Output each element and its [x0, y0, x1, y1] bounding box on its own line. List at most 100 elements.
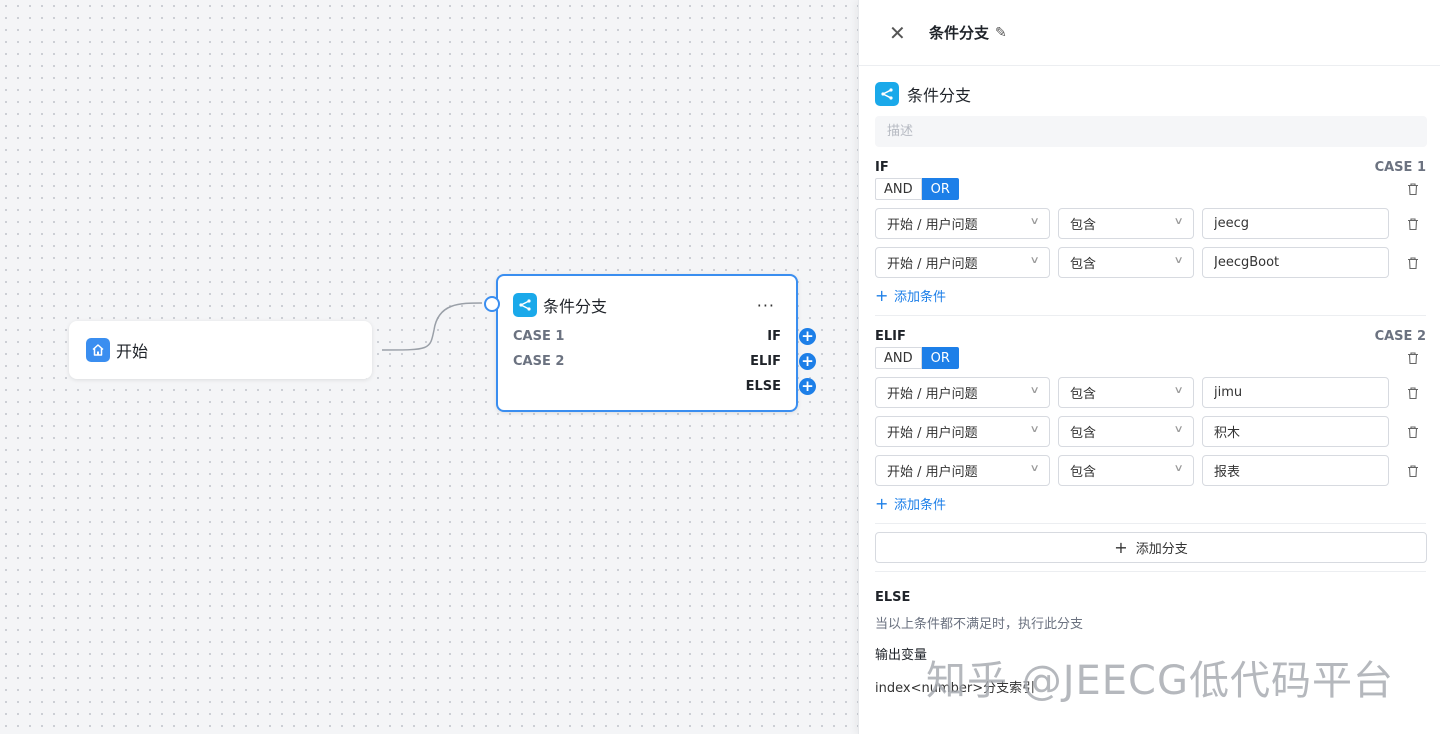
plus-icon: +: [1114, 538, 1128, 557]
add-condition-button[interactable]: + 添加条件: [875, 493, 1426, 513]
logic-or-button[interactable]: OR: [921, 178, 959, 200]
operator-select[interactable]: 包含 ∨: [1058, 247, 1194, 278]
variable-select[interactable]: 开始 / 用户问题 ∨: [875, 416, 1050, 447]
add-condition-label: 添加条件: [894, 497, 947, 513]
trash-icon[interactable]: [1406, 256, 1420, 270]
logic-toggle: AND OR: [875, 347, 959, 369]
output-variable-row: index<number>分支索引: [875, 681, 1036, 696]
node-case-label: CASE 1: [513, 329, 565, 344]
properties-panel: ✕ 条件分支 ✎ 条件分支 IF CASE 1 AND OR 开始 / 用户问题…: [858, 0, 1440, 734]
chevron-down-icon: ∨: [1173, 385, 1184, 396]
trash-icon[interactable]: [1406, 464, 1420, 478]
branch-icon: [513, 293, 537, 317]
variable-select[interactable]: 开始 / 用户问题 ∨: [875, 455, 1050, 486]
branch-icon: [875, 82, 899, 106]
condition-row: 开始 / 用户问题 ∨ 包含 ∨: [875, 247, 1426, 278]
logic-or-button[interactable]: OR: [921, 347, 959, 369]
start-node[interactable]: 开始: [69, 321, 372, 379]
node-case-keyword: ELSE: [745, 379, 781, 394]
condition-row: 开始 / 用户问题 ∨ 包含 ∨: [875, 416, 1426, 447]
description-input[interactable]: [875, 116, 1427, 147]
condition-node-title: 条件分支: [543, 297, 608, 316]
node-case-row: CASE 2 ELIF: [513, 349, 781, 374]
add-output-handle-if[interactable]: +: [799, 328, 816, 345]
add-output-handle-elif[interactable]: +: [799, 353, 816, 370]
add-branch-label: 添加分支: [1135, 542, 1188, 557]
operator-select-value: 包含: [1070, 387, 1097, 402]
trash-icon[interactable]: [1406, 182, 1420, 196]
chevron-down-icon: ∨: [1029, 216, 1040, 227]
variable-select[interactable]: 开始 / 用户问题 ∨: [875, 377, 1050, 408]
section-title-text: 条件分支: [907, 86, 972, 105]
value-input[interactable]: [1202, 208, 1389, 239]
operator-select[interactable]: 包含 ∨: [1058, 208, 1194, 239]
section-title: 条件分支: [875, 82, 1426, 106]
panel-title[interactable]: 条件分支: [929, 22, 989, 43]
logic-and-button[interactable]: AND: [875, 178, 922, 200]
chevron-down-icon: ∨: [1029, 424, 1040, 435]
value-input[interactable]: [1202, 455, 1389, 486]
add-condition-button[interactable]: + 添加条件: [875, 285, 1426, 305]
node-case-row: ELSE: [513, 374, 781, 399]
trash-icon[interactable]: [1406, 386, 1420, 400]
add-output-handle-else[interactable]: +: [799, 378, 816, 395]
chevron-down-icon: ∨: [1173, 463, 1184, 474]
operator-select[interactable]: 包含 ∨: [1058, 377, 1194, 408]
close-icon[interactable]: ✕: [889, 21, 906, 45]
operator-select-value: 包含: [1070, 257, 1097, 272]
operator-select-value: 包含: [1070, 426, 1097, 441]
add-condition-label: 添加条件: [894, 289, 947, 305]
branch-header-elif: ELIF CASE 2: [875, 327, 1426, 345]
output-title: 输出变量: [875, 648, 928, 663]
add-branch-button[interactable]: + 添加分支: [875, 532, 1427, 563]
value-input[interactable]: [1202, 247, 1389, 278]
chevron-down-icon: ∨: [1029, 385, 1040, 396]
panel-header: ✕ 条件分支 ✎: [859, 0, 1440, 66]
operator-select[interactable]: 包含 ∨: [1058, 416, 1194, 447]
divider: [875, 315, 1426, 316]
more-icon[interactable]: ···: [757, 296, 775, 315]
chevron-down-icon: ∨: [1029, 255, 1040, 266]
chevron-down-icon: ∨: [1173, 424, 1184, 435]
divider: [875, 571, 1426, 572]
else-title: ELSE: [875, 590, 911, 605]
node-case-keyword: IF: [767, 329, 781, 344]
variable-select-value: 开始 / 用户问题: [887, 387, 978, 402]
operator-select-value: 包含: [1070, 465, 1097, 480]
divider: [875, 523, 1426, 524]
home-icon: [86, 338, 110, 362]
branch-case: CASE 2: [1374, 328, 1426, 344]
trash-icon[interactable]: [1406, 217, 1420, 231]
node-case-keyword: ELIF: [750, 354, 781, 369]
chevron-down-icon: ∨: [1029, 463, 1040, 474]
branch-case: CASE 1: [1374, 159, 1426, 175]
input-handle[interactable]: [484, 296, 500, 312]
branch-label: ELIF: [875, 328, 906, 344]
condition-row: 开始 / 用户问题 ∨ 包含 ∨: [875, 455, 1426, 486]
condition-row: 开始 / 用户问题 ∨ 包含 ∨: [875, 377, 1426, 408]
variable-select-value: 开始 / 用户问题: [887, 465, 978, 480]
variable-select-value: 开始 / 用户问题: [887, 426, 978, 441]
plus-icon: +: [875, 285, 889, 305]
variable-select[interactable]: 开始 / 用户问题 ∨: [875, 247, 1050, 278]
variable-select-value: 开始 / 用户问题: [887, 257, 978, 272]
condition-node[interactable]: 条件分支 ··· CASE 1 IF CASE 2 ELIF ELSE + + …: [484, 274, 816, 412]
trash-icon[interactable]: [1406, 351, 1420, 365]
variable-select[interactable]: 开始 / 用户问题 ∨: [875, 208, 1050, 239]
operator-select-value: 包含: [1070, 218, 1097, 233]
value-input[interactable]: [1202, 416, 1389, 447]
branch-label: IF: [875, 159, 889, 175]
chevron-down-icon: ∨: [1173, 216, 1184, 227]
value-input[interactable]: [1202, 377, 1389, 408]
trash-icon[interactable]: [1406, 425, 1420, 439]
operator-select[interactable]: 包含 ∨: [1058, 455, 1194, 486]
node-case-label: CASE 2: [513, 354, 565, 369]
workflow-canvas[interactable]: 开始 条件分支 ··· CASE 1 IF CASE 2 ELIF ELSE +…: [0, 0, 858, 734]
variable-select-value: 开始 / 用户问题: [887, 218, 978, 233]
condition-row: 开始 / 用户问题 ∨ 包含 ∨: [875, 208, 1426, 239]
edit-icon[interactable]: ✎: [995, 25, 1007, 41]
node-case-row: CASE 1 IF: [513, 324, 781, 349]
logic-toggle: AND OR: [875, 178, 959, 200]
branch-header-if: IF CASE 1: [875, 158, 1426, 176]
logic-and-button[interactable]: AND: [875, 347, 922, 369]
